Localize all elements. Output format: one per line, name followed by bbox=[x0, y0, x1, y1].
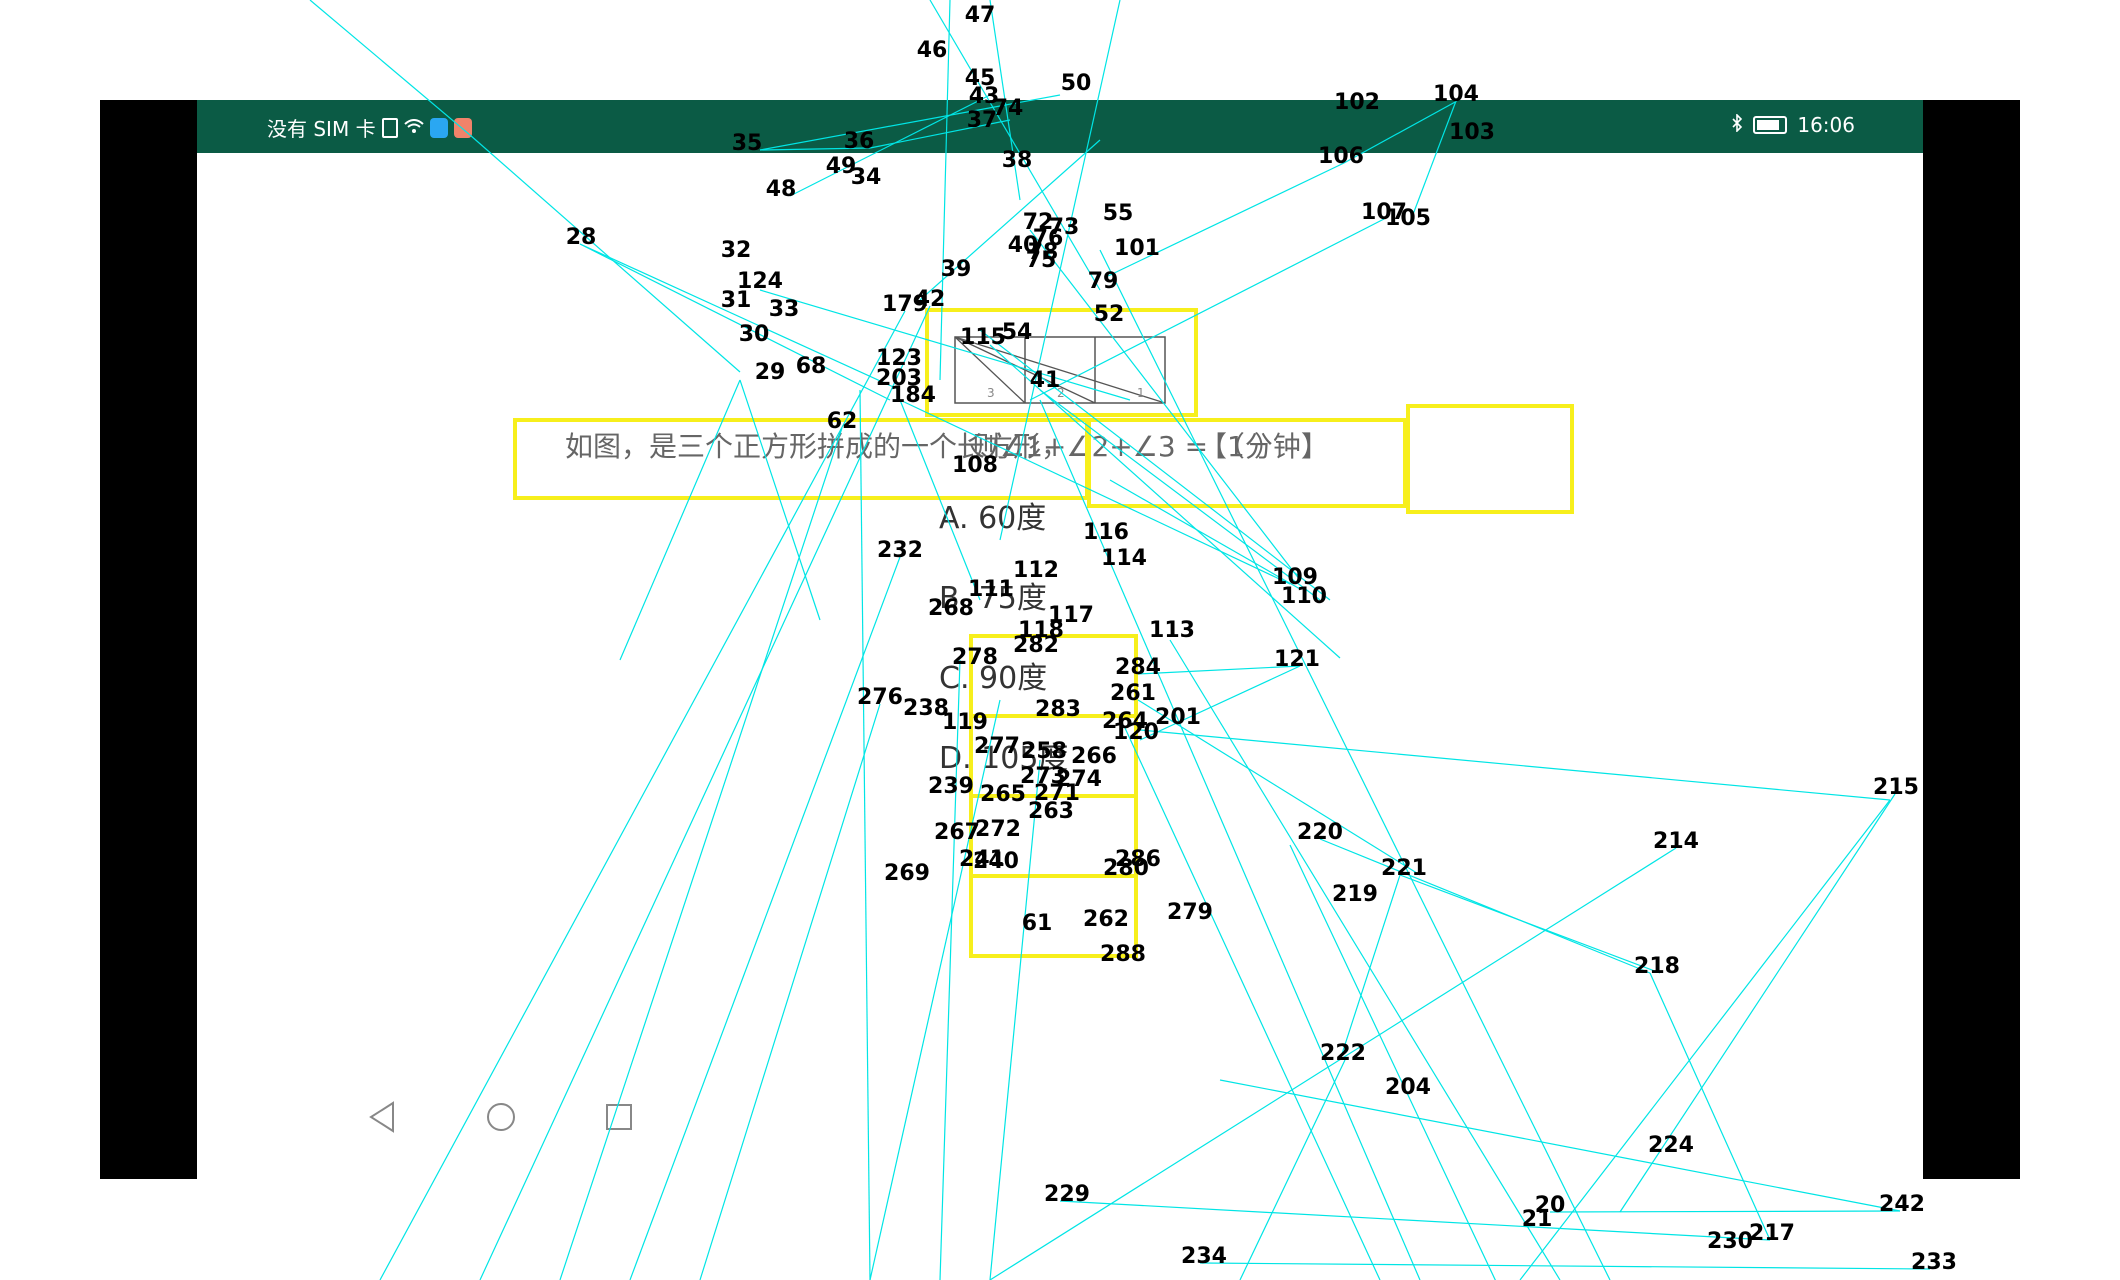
overlay-line bbox=[1549, 1210, 1901, 1213]
overlay-index-label: 242 bbox=[1879, 1192, 1925, 1217]
overlay-index-label: 234 bbox=[1181, 1244, 1227, 1269]
overlay-index-label: 21 bbox=[1522, 1207, 1553, 1232]
overlay-index-label: 20 bbox=[1535, 1193, 1566, 1218]
back-triangle-icon[interactable] bbox=[367, 1100, 397, 1140]
wifi-icon bbox=[403, 116, 424, 140]
battery-icon bbox=[1753, 116, 1788, 134]
overlay-index-label: 217 bbox=[1749, 1221, 1795, 1246]
option-b[interactable]: B. 75度 bbox=[939, 573, 1047, 617]
annotation-box-question-3 bbox=[1406, 404, 1574, 514]
overlay-index-label: 46 bbox=[917, 38, 948, 63]
annotation-box-question-1 bbox=[513, 418, 1089, 500]
overlay-index-label: 47 bbox=[965, 3, 996, 28]
annotation-box-option-b bbox=[969, 714, 1138, 798]
overlay-index-label: 229 bbox=[1044, 1182, 1090, 1207]
status-bar: 没有 SIM 卡 16:06 bbox=[197, 100, 1923, 153]
annotation-box-figure bbox=[925, 308, 1198, 417]
overlay-index-label: 230 bbox=[1707, 1229, 1753, 1254]
app-notification-icon-2 bbox=[453, 117, 472, 138]
overlay-index-label: 45 bbox=[965, 66, 996, 91]
bluetooth-icon bbox=[1731, 113, 1743, 137]
app-notification-icon bbox=[429, 117, 448, 138]
overlay-line bbox=[1199, 1262, 1931, 1270]
overlay-index-label: 50 bbox=[1061, 71, 1092, 96]
screenshot-stage: 没有 SIM 卡 16:06 3 2 1 如图，是三个正方形拼成的一个长方形， … bbox=[0, 0, 2120, 1280]
home-circle-icon[interactable] bbox=[484, 1100, 518, 1140]
status-bar-left: 没有 SIM 卡 bbox=[267, 113, 472, 142]
annotation-box-option-d bbox=[969, 874, 1138, 958]
annotation-box-option-c bbox=[969, 794, 1138, 878]
annotation-box-option-a bbox=[969, 634, 1138, 718]
sim-card-icon bbox=[381, 117, 398, 138]
overlay-index-label: 233 bbox=[1911, 1250, 1957, 1275]
annotation-box-question-2 bbox=[1087, 418, 1407, 508]
clock-text: 16:06 bbox=[1797, 113, 1855, 137]
status-bar-right: 16:06 bbox=[1731, 113, 1855, 137]
carrier-text: 没有 SIM 卡 bbox=[267, 117, 376, 141]
recents-square-icon[interactable] bbox=[602, 1100, 636, 1140]
overlay-line bbox=[1059, 1200, 1771, 1241]
